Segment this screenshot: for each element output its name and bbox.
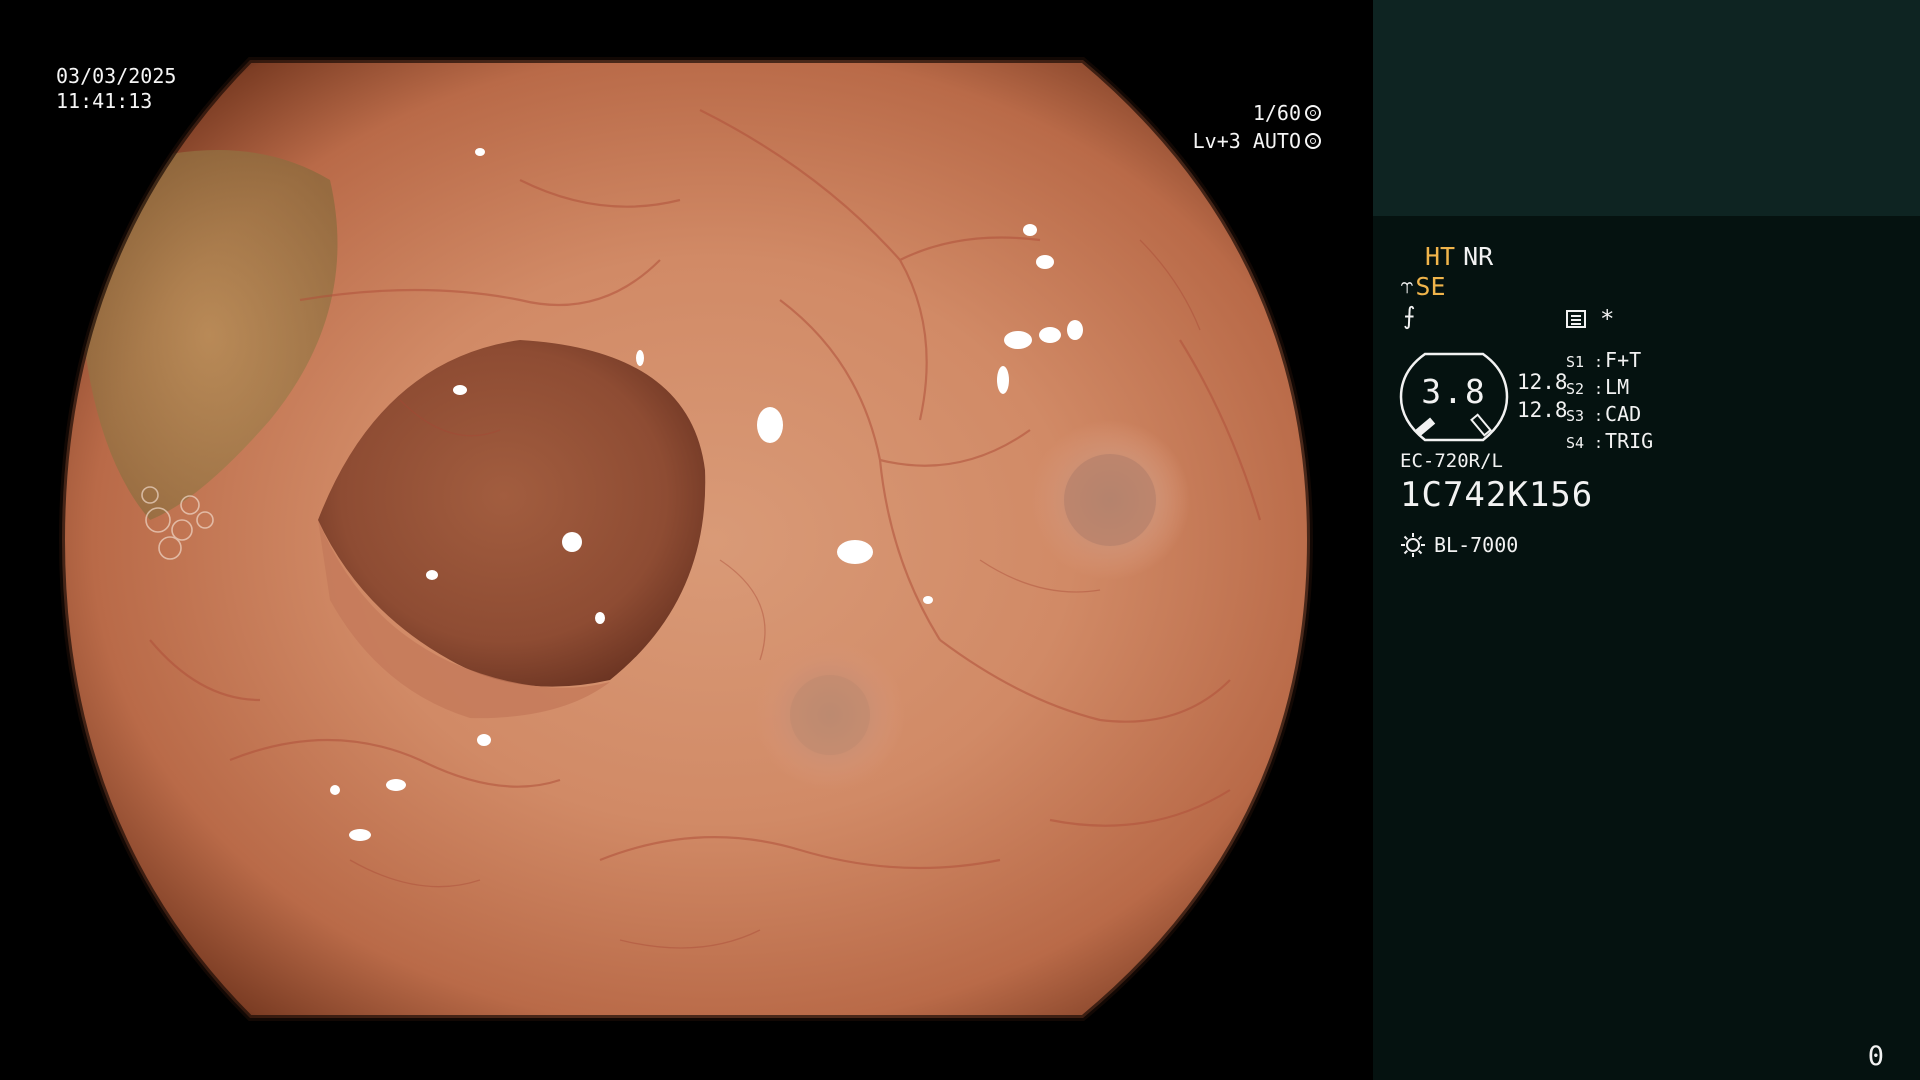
processing-row: HT NR bbox=[1425, 242, 1501, 271]
scope-switch-key: S1 bbox=[1566, 353, 1585, 371]
scope-switch-value: CAD bbox=[1605, 402, 1642, 426]
scope-model: EC-720R/L bbox=[1400, 450, 1503, 472]
endoscopic-image bbox=[58, 57, 1314, 1021]
menu-icon bbox=[1566, 310, 1586, 328]
level-label: Lv+3 AUTO bbox=[1192, 129, 1301, 153]
enhance-f-icon: ⨍ bbox=[1403, 302, 1416, 330]
image-counter: 0 bbox=[1867, 1041, 1884, 1072]
datetime-overlay: 03/03/2025 11:41:13 bbox=[56, 64, 176, 114]
scope-switch-value: LM bbox=[1605, 375, 1630, 399]
light-source-label: BL-7000 bbox=[1434, 533, 1519, 557]
panel-header-area bbox=[1373, 0, 1920, 216]
se-indicator: SE bbox=[1415, 272, 1446, 301]
scope-switch-key: S2 bbox=[1566, 380, 1585, 398]
scope-switch-item: S2: LM bbox=[1566, 375, 1653, 402]
date-label: 03/03/2025 bbox=[56, 64, 177, 88]
scope-switch-value: F+T bbox=[1605, 348, 1642, 372]
se-mode-icon: ⥾ bbox=[1401, 274, 1414, 299]
shutter-label: 1/60 bbox=[1252, 101, 1301, 125]
light-source-row: BL-7000 bbox=[1400, 532, 1518, 558]
se-row: ⥾ SE bbox=[1401, 272, 1446, 301]
gauge-reading-2: 12.8 bbox=[1517, 398, 1568, 422]
time-label: 11:41:13 bbox=[56, 89, 153, 113]
scope-serial: 1C742K156 bbox=[1400, 475, 1594, 515]
scope-switch-item: S4: TRIG bbox=[1566, 429, 1653, 456]
shutter-icon bbox=[1305, 105, 1321, 121]
scope-switch-item: S1: F+T bbox=[1566, 348, 1653, 375]
ht-indicator: HT bbox=[1425, 242, 1456, 271]
scope-switch-key: S3 bbox=[1566, 407, 1585, 425]
gauge-reading-1: 12.8 bbox=[1517, 370, 1568, 394]
gauge-value: 3.8 bbox=[1421, 372, 1487, 411]
scope-switch-item: S3: CAD bbox=[1566, 402, 1653, 429]
star-icon: * bbox=[1600, 305, 1615, 333]
scope-switch-value: TRIG bbox=[1605, 429, 1654, 453]
auto-iris-icon bbox=[1305, 133, 1321, 149]
exposure-overlay: 1/60 Lv+3 AUTO bbox=[1121, 99, 1321, 155]
nr-indicator: NR bbox=[1463, 242, 1494, 271]
endoscope-view: 03/03/2025 11:41:13 1/60 Lv+3 AUTO bbox=[0, 0, 1373, 1080]
light-source-icon bbox=[1401, 533, 1425, 557]
info-panel: HT NR ⥾ SE ⨍ * 3.8 12.8 12.8 S1: F+T S2: LM… bbox=[1373, 0, 1920, 1080]
scope-switch-list: S1: F+T S2: LM S3: CAD S4: TRIG bbox=[1566, 348, 1653, 456]
scope-switch-key: S4 bbox=[1566, 434, 1585, 452]
